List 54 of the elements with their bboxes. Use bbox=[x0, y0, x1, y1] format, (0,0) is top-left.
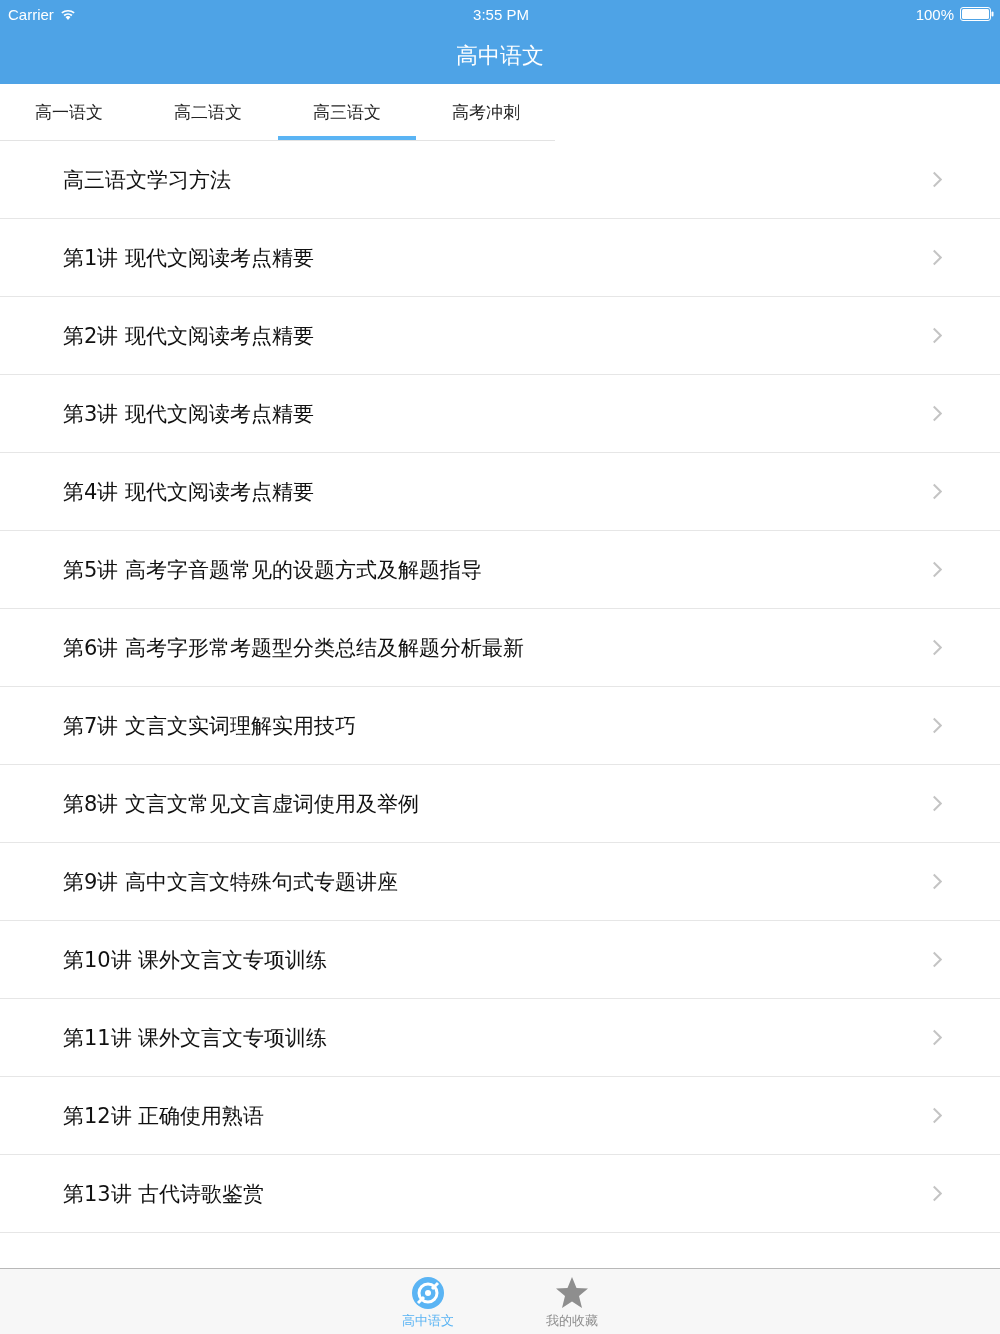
row-title: 第11讲 课外文言文专项训练 bbox=[63, 1024, 328, 1052]
tab[interactable]: 高三语文 bbox=[277, 84, 417, 140]
disc-icon bbox=[411, 1276, 445, 1310]
row-title: 第7讲 文言文实词理解实用技巧 bbox=[63, 712, 357, 740]
list-row[interactable]: 第3讲 现代文阅读考点精要 bbox=[0, 375, 1000, 453]
chevron-icon bbox=[932, 1029, 942, 1046]
row-title: 第9讲 高中文言文特殊句式专题讲座 bbox=[63, 868, 399, 896]
list-row[interactable]: 第1讲 现代文阅读考点精要 bbox=[0, 219, 1000, 297]
chevron-icon bbox=[932, 171, 942, 188]
battery-percent: 100% bbox=[915, 5, 954, 23]
chevron-icon bbox=[932, 1107, 942, 1124]
chevron-icon bbox=[932, 795, 942, 812]
nav-title: 高中语文 bbox=[456, 42, 544, 70]
status-time: 3:55 PM bbox=[473, 5, 529, 23]
row-title: 第8讲 文言文常见文言虚词使用及举例 bbox=[63, 790, 420, 818]
carrier-label: Carrier bbox=[8, 5, 54, 23]
chevron-icon bbox=[932, 639, 942, 656]
list-row[interactable]: 第13讲 古代诗歌鉴赏 bbox=[0, 1155, 1000, 1233]
star-icon bbox=[555, 1276, 589, 1310]
row-title: 第6讲 高考字形常考题型分类总结及解题分析最新 bbox=[63, 634, 525, 662]
tab[interactable]: 高一语文 bbox=[0, 84, 139, 140]
row-title: 第12讲 正确使用熟语 bbox=[63, 1102, 265, 1130]
list-row[interactable]: 第10讲 课外文言文专项训练 bbox=[0, 921, 1000, 999]
list-row[interactable]: 第9讲 高中文言文特殊句式专题讲座 bbox=[0, 843, 1000, 921]
list-row[interactable]: 高三语文学习方法 bbox=[0, 141, 1000, 219]
list-row[interactable]: 第11讲 课外文言文专项训练 bbox=[0, 999, 1000, 1077]
wifi-icon bbox=[59, 8, 76, 20]
chevron-icon bbox=[932, 249, 942, 266]
row-title: 高三语文学习方法 bbox=[63, 166, 231, 194]
chevron-icon bbox=[932, 951, 942, 968]
tab[interactable]: 高二语文 bbox=[138, 84, 278, 140]
list-row[interactable]: 第12讲 正确使用熟语 bbox=[0, 1077, 1000, 1155]
chevron-icon bbox=[932, 561, 942, 578]
row-title: 第5讲 高考字音题常见的设题方式及解题指导 bbox=[63, 556, 483, 584]
row-title: 第2讲 现代文阅读考点精要 bbox=[63, 322, 315, 350]
chevron-icon bbox=[932, 327, 942, 344]
row-title: 第13讲 古代诗歌鉴赏 bbox=[63, 1180, 265, 1208]
list-row[interactable]: 第5讲 高考字音题常见的设题方式及解题指导 bbox=[0, 531, 1000, 609]
list-row[interactable]: 第2讲 现代文阅读考点精要 bbox=[0, 297, 1000, 375]
battery-icon bbox=[960, 7, 994, 21]
chevron-icon bbox=[932, 1185, 942, 1202]
list-row[interactable]: 第4讲 现代文阅读考点精要 bbox=[0, 453, 1000, 531]
chevron-icon bbox=[932, 483, 942, 500]
list-row[interactable]: 第7讲 文言文实词理解实用技巧 bbox=[0, 687, 1000, 765]
row-title: 第4讲 现代文阅读考点精要 bbox=[63, 478, 315, 506]
list-row[interactable]: 第6讲 高考字形常考题型分类总结及解题分析最新 bbox=[0, 609, 1000, 687]
row-title: 第1讲 现代文阅读考点精要 bbox=[63, 244, 315, 272]
row-title: 第10讲 课外文言文专项训练 bbox=[63, 946, 328, 974]
tab[interactable]: 高考冲刺 bbox=[416, 84, 555, 140]
row-title: 第3讲 现代文阅读考点精要 bbox=[63, 400, 315, 428]
chevron-icon bbox=[932, 717, 942, 734]
chevron-icon bbox=[932, 405, 942, 422]
chevron-icon bbox=[932, 873, 942, 890]
list-row[interactable]: 第8讲 文言文常见文言虚词使用及举例 bbox=[0, 765, 1000, 843]
